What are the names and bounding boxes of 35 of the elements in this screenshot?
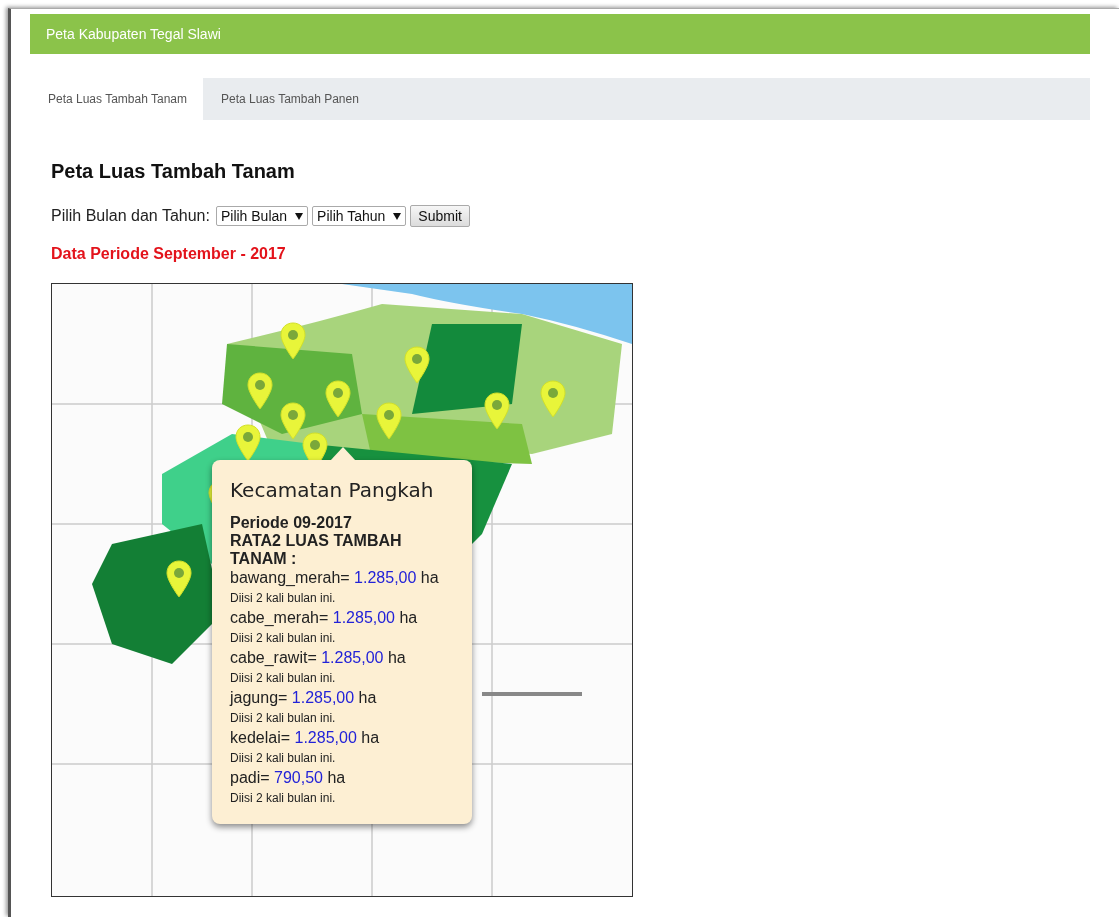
- form-label: Pilih Bulan dan Tahun:: [51, 207, 210, 225]
- caret-icon: [295, 212, 304, 220]
- crop-note: Diisi 2 kali bulan ini.: [230, 750, 337, 767]
- map-pin-icon[interactable]: [279, 321, 307, 361]
- crop-value: padi= 790,50 ha: [230, 768, 347, 788]
- crop-value: bawang_merah= 1.285,00 ha: [230, 568, 440, 588]
- dropdown[interactable]: Pilih Tahun: [312, 206, 407, 226]
- map-pin-icon[interactable]: [324, 379, 352, 419]
- crop-value: kedelai= 1.285,00 ha: [230, 728, 381, 748]
- map-pin-icon[interactable]: [165, 559, 193, 599]
- crop-value: cabe_rawit= 1.285,00 ha: [230, 648, 407, 668]
- map-pin-icon[interactable]: [279, 401, 307, 441]
- page-heading: Peta Luas Tambah Tanam: [51, 160, 296, 183]
- map-pin-icon[interactable]: [403, 345, 431, 385]
- crop-value: cabe_merah= 1.285,00 ha: [230, 608, 419, 628]
- crop-note: Diisi 2 kali bulan ini.: [230, 630, 337, 647]
- caret-icon: [393, 212, 402, 220]
- dropdown[interactable]: Pilih Bulan: [215, 206, 309, 226]
- period-title: Data Periode September - 2017: [51, 245, 287, 263]
- popup-period: Periode 09-2017: [230, 514, 353, 532]
- crop-note: Diisi 2 kali bulan ini.: [230, 590, 337, 607]
- map-pin-icon[interactable]: [483, 391, 511, 431]
- map-tab[interactable]: Peta Luas Tambah Panen: [203, 78, 375, 120]
- popup-subtitle: RATA2 LUAS TAMBAH TANAM :: [230, 532, 403, 568]
- header-title: Peta Kabupaten Tegal Slawi: [46, 26, 221, 42]
- submit-button[interactable]: Submit: [410, 205, 470, 227]
- crop-note: Diisi 2 kali bulan ini.: [230, 710, 337, 727]
- map-pin-icon[interactable]: [234, 423, 262, 463]
- map-pin-icon[interactable]: [539, 379, 567, 419]
- crop-value: jagung= 1.285,00 ha: [230, 688, 378, 708]
- map-pin-icon[interactable]: [375, 401, 403, 441]
- crop-note: Diisi 2 kali bulan ini.: [230, 670, 337, 687]
- popup-title: Kecamatan Pangkah: [230, 478, 435, 502]
- map-pin-icon[interactable]: [246, 371, 274, 411]
- crop-note: Diisi 2 kali bulan ini.: [230, 790, 337, 807]
